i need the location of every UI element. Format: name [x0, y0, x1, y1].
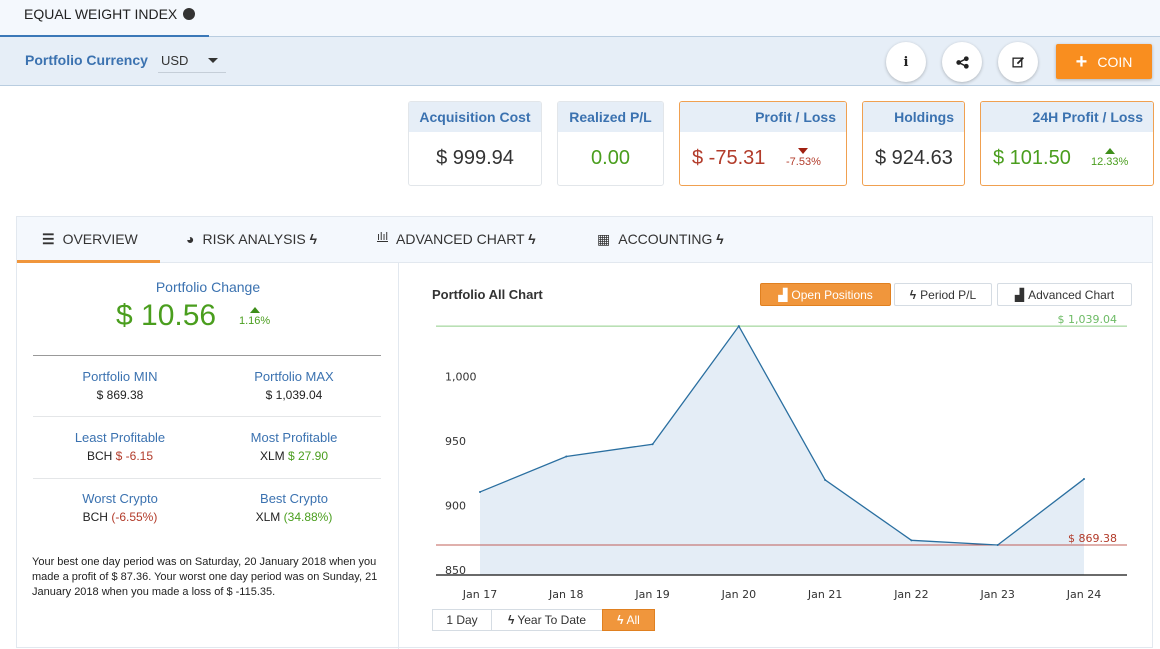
globe-icon: [183, 8, 196, 20]
range-ytd-button[interactable]: ϟ Year To Date: [491, 609, 603, 631]
x-tick-label: Jan 20: [721, 588, 756, 601]
data-point: [651, 443, 654, 446]
edit-button[interactable]: [998, 42, 1038, 82]
data-point: [996, 543, 999, 546]
profit-loss-card: Profit / Loss $ -75.31 -7.53%: [679, 101, 847, 186]
portfolio-panel: ☰ OVERVIEW ◕ RISK ANALYSIS ϟ ılıl ADVANC…: [16, 216, 1153, 649]
top-bar: EQUAL WEIGHT INDEX: [0, 0, 1160, 37]
portfolio-chart: $ 1,039.04 $ 869.38 850 900 950 1,000 Jan 17 Ja…: [436, 313, 1127, 601]
data-point: [479, 490, 481, 493]
x-tick-label: Jan 17: [462, 588, 497, 601]
button-label: 1 Day: [446, 613, 478, 627]
add-coin-button[interactable]: + COIN: [1056, 44, 1152, 79]
card-pct: -7.53%: [786, 156, 821, 168]
card-value: $ 999.94: [436, 147, 514, 169]
x-tick-label: Jan 23: [979, 588, 1014, 601]
button-label: All: [626, 613, 640, 627]
button-label: Year To Date: [517, 613, 587, 627]
max-line-label: $ 1,039.04: [1058, 313, 1117, 326]
data-point: [737, 325, 740, 328]
data-point: [1083, 478, 1085, 481]
data-point: [565, 455, 568, 458]
tab-equal-weight-index[interactable]: EQUAL WEIGHT INDEX: [0, 0, 209, 37]
add-coin-label: COIN: [1097, 53, 1133, 70]
realized-pl-card: Realized P/L 0.00: [557, 101, 664, 186]
card-title: 24H Profit / Loss: [981, 102, 1153, 132]
card-value: 0.00: [591, 147, 630, 169]
plus-icon: +: [1075, 50, 1088, 73]
y-tick-label: 1,000: [445, 371, 477, 384]
share-icon: [955, 55, 969, 69]
card-title: Holdings: [863, 102, 964, 132]
range-all-button[interactable]: ϟ All: [602, 609, 655, 631]
currency-bar: Portfolio Currency USD i + COIN: [0, 37, 1160, 86]
card-value: $ 101.50: [993, 147, 1071, 169]
range-1-day-button[interactable]: 1 Day: [432, 609, 492, 631]
card-title: Realized P/L: [558, 102, 663, 132]
data-point: [824, 478, 827, 481]
tab-label: EQUAL WEIGHT INDEX: [24, 6, 178, 22]
acquisition-cost-card: Acquisition Cost $ 999.94: [408, 101, 542, 186]
share-button[interactable]: [942, 42, 982, 82]
data-point: [910, 539, 913, 542]
info-icon: i: [903, 54, 909, 70]
portfolio-currency-label: Portfolio Currency: [25, 52, 148, 68]
card-pct: 12.33%: [1091, 156, 1129, 168]
min-line-label: $ 869.38: [1068, 532, 1117, 545]
card-title: Profit / Loss: [680, 102, 846, 132]
card-title: Acquisition Cost: [409, 102, 541, 132]
bolt-icon: ϟ: [617, 613, 624, 627]
card-value: $ -75.31: [692, 147, 766, 169]
y-tick-label: 900: [445, 500, 466, 513]
24h-profit-loss-card: 24H Profit / Loss $ 101.50 12.33%: [980, 101, 1154, 186]
x-tick-label: Jan 19: [634, 588, 669, 601]
up-arrow-icon: [1104, 148, 1115, 154]
x-tick-label: Jan 22: [893, 588, 928, 601]
bolt-icon: ϟ: [507, 613, 515, 627]
caret-down-icon: [208, 58, 218, 63]
currency-value: USD: [161, 53, 189, 68]
x-tick-label: Jan 21: [807, 588, 842, 601]
area-fill: [480, 326, 1084, 575]
down-arrow-icon: [798, 148, 809, 154]
y-tick-label: 850: [445, 564, 466, 577]
info-button[interactable]: i: [886, 42, 926, 82]
edit-icon: [1011, 56, 1024, 67]
currency-select[interactable]: USD: [158, 49, 226, 73]
holdings-card: Holdings $ 924.63: [862, 101, 965, 186]
y-tick-label: 950: [445, 435, 466, 448]
x-tick-label: Jan 18: [548, 588, 583, 601]
x-tick-label: Jan 24: [1066, 588, 1101, 601]
card-value: $ 924.63: [875, 147, 953, 169]
